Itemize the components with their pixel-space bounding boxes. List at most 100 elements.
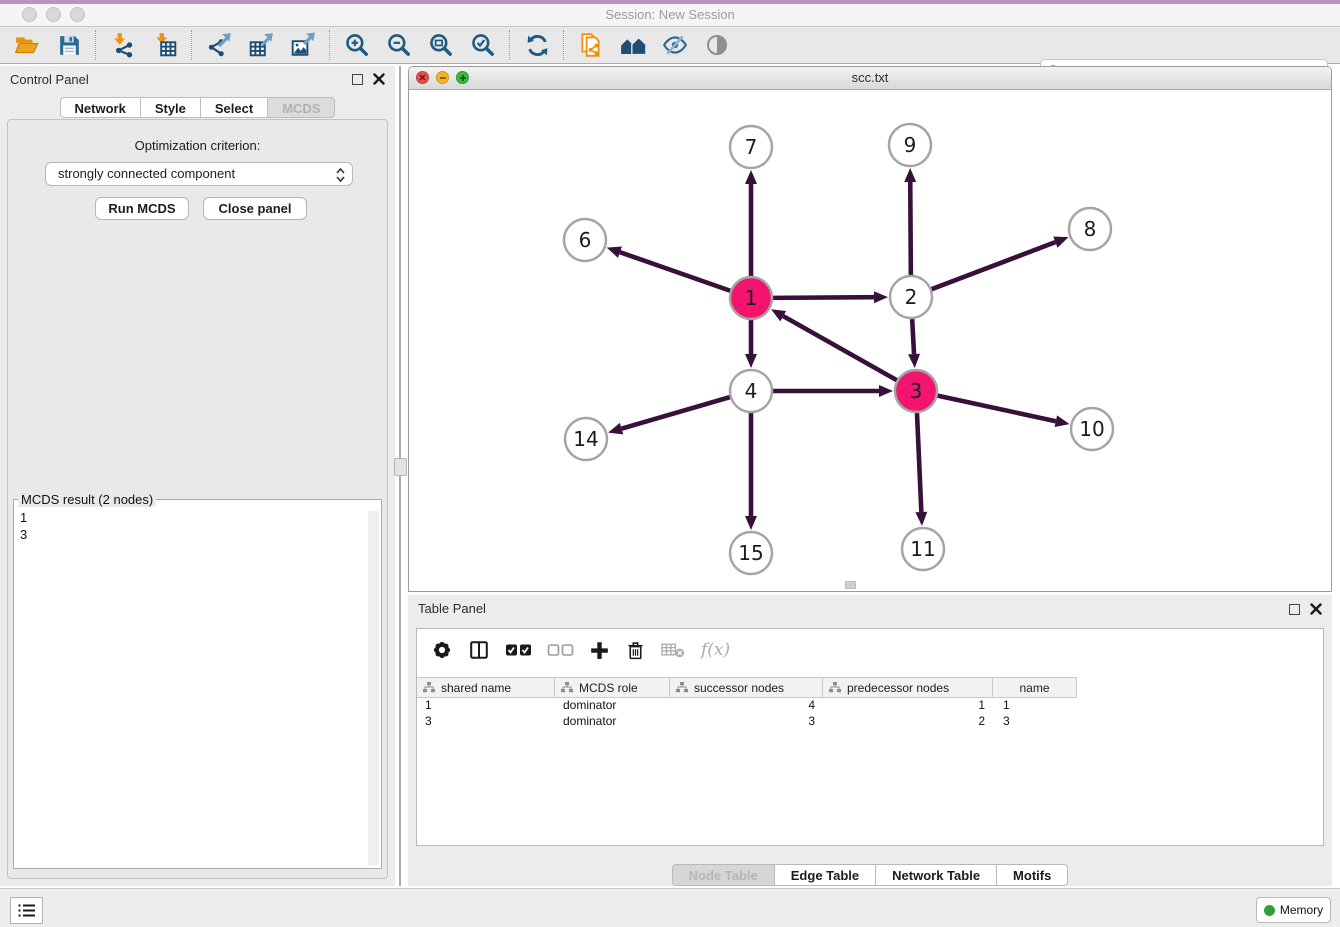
export-network-button[interactable] bbox=[198, 29, 240, 61]
float-panel-icon[interactable] bbox=[352, 74, 363, 85]
zoom-out-button[interactable] bbox=[378, 29, 420, 61]
tab-motifs[interactable]: Motifs bbox=[997, 864, 1068, 886]
graph-node-2[interactable]: 2 bbox=[890, 276, 932, 318]
column-header-predecessor-nodes[interactable]: predecessor nodes bbox=[823, 678, 993, 697]
edge-arrowhead bbox=[745, 354, 757, 368]
delete-table-button[interactable] bbox=[661, 641, 686, 659]
graph-node-8[interactable]: 8 bbox=[1069, 208, 1111, 250]
select-all-button[interactable] bbox=[505, 642, 532, 658]
node-label: 2 bbox=[905, 285, 918, 309]
network-window-titlebar[interactable]: scc.txt bbox=[409, 67, 1331, 90]
import-table-button[interactable] bbox=[144, 29, 186, 61]
delete-column-button[interactable] bbox=[625, 640, 646, 661]
graph-node-11[interactable]: 11 bbox=[902, 528, 944, 570]
graph-edge[interactable] bbox=[783, 316, 897, 380]
cell-successor-nodes[interactable]: 3 bbox=[670, 713, 823, 729]
toolbar-separator bbox=[509, 30, 511, 60]
cell-shared-name[interactable]: 3 bbox=[417, 713, 555, 729]
graph-edge[interactable] bbox=[773, 297, 874, 298]
cell-mcds-role[interactable]: dominator bbox=[555, 697, 670, 713]
table-row[interactable]: 3 dominator 3 2 3 bbox=[417, 713, 1077, 729]
save-icon bbox=[57, 33, 82, 58]
cell-name[interactable]: 3 bbox=[993, 713, 1077, 729]
graph-node-9[interactable]: 9 bbox=[889, 124, 931, 166]
deselect-all-button[interactable] bbox=[547, 642, 574, 658]
edge-arrowhead bbox=[904, 168, 916, 182]
column-header-name[interactable]: name bbox=[993, 678, 1077, 697]
network-canvas[interactable]: 1 2 3 4 6 7 8 9 10 11 14 15 bbox=[409, 89, 1331, 592]
node-label: 14 bbox=[573, 427, 598, 451]
export-image-button[interactable] bbox=[282, 29, 324, 61]
add-column-button[interactable] bbox=[589, 640, 610, 661]
graph-edge[interactable] bbox=[912, 319, 914, 354]
refresh-icon bbox=[525, 33, 550, 58]
unchecked-boxes-icon bbox=[547, 642, 574, 658]
table-row[interactable]: 1 dominator 4 1 1 bbox=[417, 697, 1077, 713]
zoom-in-button[interactable] bbox=[336, 29, 378, 61]
close-panel-icon[interactable] bbox=[371, 71, 387, 87]
memory-button[interactable]: Memory bbox=[1256, 897, 1331, 923]
canvas-scroll-handle[interactable] bbox=[845, 581, 856, 589]
close-panel-button[interactable]: Close panel bbox=[203, 197, 307, 220]
tab-network-table[interactable]: Network Table bbox=[876, 864, 997, 886]
graph-edge[interactable] bbox=[910, 182, 911, 275]
graph-node-6[interactable]: 6 bbox=[564, 219, 606, 261]
panel-divider[interactable] bbox=[399, 66, 401, 886]
graph-edge[interactable] bbox=[917, 413, 921, 512]
column-header-successor-nodes[interactable]: successor nodes bbox=[670, 678, 823, 697]
tab-mcds[interactable]: MCDS bbox=[268, 97, 335, 118]
home-button[interactable] bbox=[612, 29, 654, 61]
zoom-selected-button[interactable] bbox=[462, 29, 504, 61]
show-view-button[interactable] bbox=[696, 29, 738, 61]
graph-node-7[interactable]: 7 bbox=[730, 126, 772, 168]
tab-network[interactable]: Network bbox=[60, 97, 141, 118]
close-table-panel-icon[interactable] bbox=[1308, 601, 1324, 617]
graph-node-1[interactable]: 1 bbox=[730, 277, 772, 319]
tab-select[interactable]: Select bbox=[201, 97, 268, 118]
graph-node-10[interactable]: 10 bbox=[1071, 408, 1113, 450]
export-table-button[interactable] bbox=[240, 29, 282, 61]
open-session-button[interactable] bbox=[6, 29, 48, 61]
run-mcds-button[interactable]: Run MCDS bbox=[95, 197, 189, 220]
criterion-select[interactable]: strongly connected component bbox=[45, 162, 353, 186]
graph-edge[interactable] bbox=[932, 242, 1056, 289]
clone-network-button[interactable] bbox=[570, 29, 612, 61]
node-label: 6 bbox=[579, 228, 592, 252]
tab-style[interactable]: Style bbox=[141, 97, 201, 118]
cell-predecessor-nodes[interactable]: 1 bbox=[823, 697, 993, 713]
function-builder-button[interactable]: f(x) bbox=[701, 640, 730, 660]
column-label: predecessor nodes bbox=[847, 681, 949, 695]
graph-node-15[interactable]: 15 bbox=[730, 532, 772, 574]
table-settings-button[interactable] bbox=[431, 639, 453, 661]
import-network-button[interactable] bbox=[102, 29, 144, 61]
column-view-button[interactable] bbox=[468, 639, 490, 661]
toolbar-separator bbox=[95, 30, 97, 60]
graph-node-4[interactable]: 4 bbox=[730, 370, 772, 412]
hide-panels-button[interactable] bbox=[654, 29, 696, 61]
zoom-in-icon bbox=[344, 32, 370, 58]
refresh-view-button[interactable] bbox=[516, 29, 558, 61]
cell-predecessor-nodes[interactable]: 2 bbox=[823, 713, 993, 729]
graph-edge[interactable] bbox=[622, 397, 730, 429]
cell-mcds-role[interactable]: dominator bbox=[555, 713, 670, 729]
cell-shared-name[interactable]: 1 bbox=[417, 697, 555, 713]
graph-edge[interactable] bbox=[620, 252, 730, 291]
graph-node-3[interactable]: 3 bbox=[895, 370, 937, 412]
cell-successor-nodes[interactable]: 4 bbox=[670, 697, 823, 713]
result-scrollbar[interactable] bbox=[368, 511, 379, 865]
task-history-button[interactable] bbox=[10, 897, 43, 924]
float-table-panel-icon[interactable] bbox=[1289, 604, 1300, 615]
criterion-value: strongly connected component bbox=[58, 166, 235, 181]
zoom-fit-button[interactable] bbox=[420, 29, 462, 61]
edge-arrowhead bbox=[745, 516, 757, 530]
tab-edge-table[interactable]: Edge Table bbox=[775, 864, 876, 886]
graph-node-14[interactable]: 14 bbox=[565, 418, 607, 460]
splitter-handle[interactable] bbox=[394, 458, 407, 476]
column-header-shared-name[interactable]: shared name bbox=[417, 678, 555, 697]
home-icon bbox=[620, 32, 647, 59]
tab-node-table[interactable]: Node Table bbox=[672, 864, 775, 886]
column-header-mcds-role[interactable]: MCDS role bbox=[555, 678, 670, 697]
graph-edge[interactable] bbox=[938, 396, 1056, 422]
save-session-button[interactable] bbox=[48, 29, 90, 61]
cell-name[interactable]: 1 bbox=[993, 697, 1077, 713]
